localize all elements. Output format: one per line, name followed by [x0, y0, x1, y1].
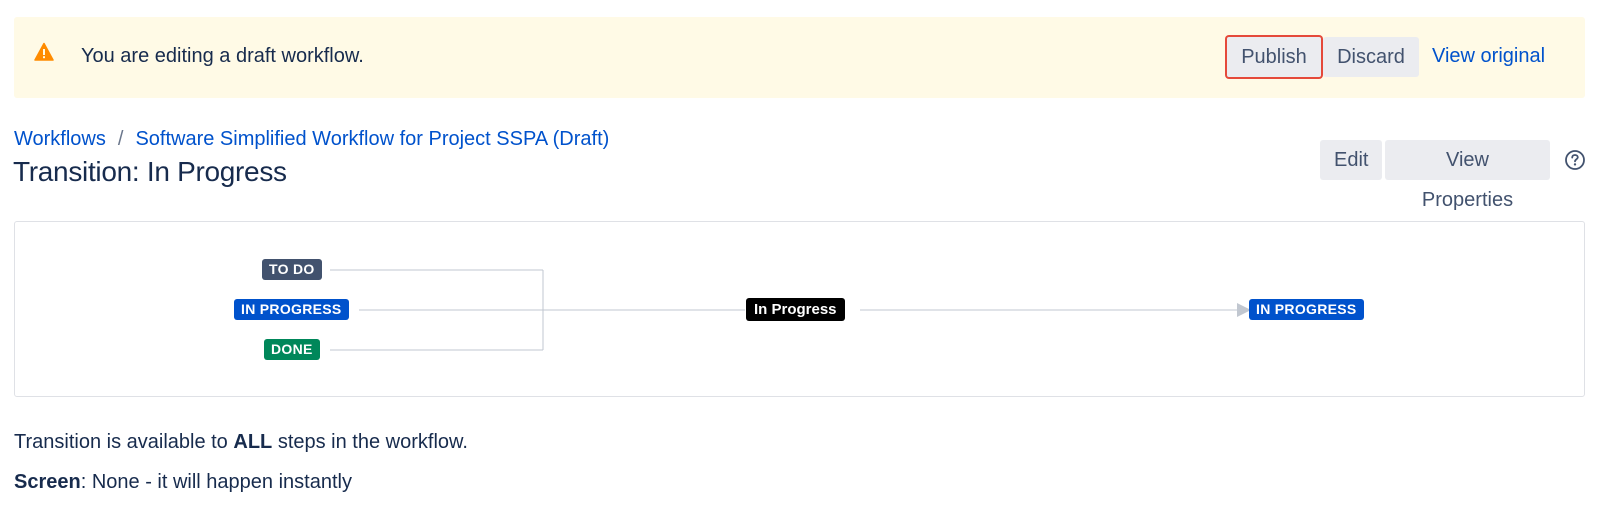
breadcrumb-separator: /	[117, 128, 124, 150]
availability-scope: ALL	[233, 431, 273, 453]
transition-label: In Progress	[746, 298, 845, 321]
warning-icon	[34, 42, 54, 61]
edit-button[interactable]: Edit	[1320, 140, 1382, 180]
publish-button[interactable]: Publish	[1227, 37, 1321, 77]
page-title: Transition: In Progress	[13, 156, 287, 187]
breadcrumb: Workflows / Software Simplified Workflow f…	[14, 128, 609, 151]
breadcrumb-workflow-link[interactable]: Software Simplified Workflow for Project…	[135, 128, 609, 150]
view-original-link[interactable]: View original	[1432, 45, 1545, 68]
transition-diagram: TO DO IN PROGRESS DONE In Progress IN PR…	[14, 221, 1585, 397]
breadcrumb-workflows-link[interactable]: Workflows	[14, 128, 106, 150]
screen-label: Screen	[14, 471, 81, 493]
draft-warning-banner: You are editing a draft workflow. Publis…	[14, 17, 1585, 98]
availability-text: Transition is available to ALL steps in …	[14, 431, 468, 453]
screen-text: Screen: None - it will happen instantly	[14, 471, 352, 494]
status-todo: TO DO	[262, 259, 322, 280]
view-properties-button[interactable]: View Properties	[1385, 140, 1550, 211]
help-icon[interactable]	[1564, 149, 1586, 171]
discard-button[interactable]: Discard	[1323, 37, 1419, 77]
screen-value: : None - it will happen instantly	[80, 471, 352, 493]
status-in-progress-to: IN PROGRESS	[1249, 299, 1364, 320]
banner-message: You are editing a draft workflow.	[81, 45, 364, 67]
status-in-progress-from: IN PROGRESS	[234, 299, 349, 320]
status-done: DONE	[264, 339, 320, 360]
